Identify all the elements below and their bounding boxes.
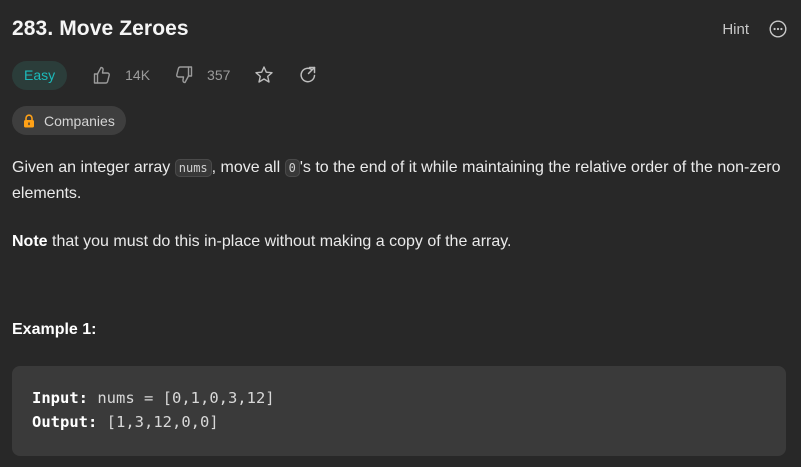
statement-text: , move all xyxy=(211,159,285,176)
input-value: nums = [0,1,0,3,12] xyxy=(88,389,275,407)
problem-title: 283. Move Zeroes xyxy=(12,17,189,40)
statement-text: Given an integer array xyxy=(12,159,175,176)
share-button[interactable] xyxy=(298,65,318,85)
thumbs-up-icon xyxy=(92,65,119,85)
example-title: Example 1: xyxy=(12,321,97,338)
inline-code-zero: 0 xyxy=(284,159,300,177)
thumbs-down-icon xyxy=(174,65,201,85)
favorite-button[interactable] xyxy=(254,65,274,85)
dislike-count: 357 xyxy=(207,67,231,83)
share-icon xyxy=(298,65,318,85)
note-label: Note xyxy=(12,233,48,250)
problem-note: Note that you must do this in-place with… xyxy=(12,229,512,255)
companies-tag[interactable]: Companies xyxy=(12,106,126,135)
lock-icon xyxy=(23,113,44,128)
output-label: Output: xyxy=(32,413,98,431)
problem-description-panel: 283. Move Zeroes Hint Easy 14K 357 Compa… xyxy=(0,0,801,467)
problem-meta-row: Easy 14K 357 xyxy=(12,60,342,90)
like-button[interactable]: 14K xyxy=(92,65,150,85)
inline-code-nums: nums xyxy=(174,159,212,177)
example-output-line: Output: [1,3,12,0,0] xyxy=(32,410,766,434)
note-text: that you must do this in-place without m… xyxy=(47,233,512,250)
input-label: Input: xyxy=(32,389,88,407)
example-code-block: Input: nums = [0,1,0,3,12] Output: [1,3,… xyxy=(12,366,786,456)
problem-statement: Given an integer array nums, move all 0 '… xyxy=(12,155,781,207)
like-count: 14K xyxy=(125,67,151,83)
star-icon xyxy=(254,65,274,85)
hint-button[interactable]: Hint xyxy=(722,21,749,38)
dislike-button[interactable]: 357 xyxy=(174,65,230,85)
output-value: [1,3,12,0,0] xyxy=(97,413,219,431)
problem-header: 283. Move Zeroes Hint xyxy=(12,13,787,45)
example-input-line: Input: nums = [0,1,0,3,12] xyxy=(32,386,766,410)
companies-label: Companies xyxy=(44,112,115,129)
difficulty-badge: Easy xyxy=(12,60,68,90)
more-icon[interactable] xyxy=(769,20,787,38)
header-actions: Hint xyxy=(722,20,787,38)
